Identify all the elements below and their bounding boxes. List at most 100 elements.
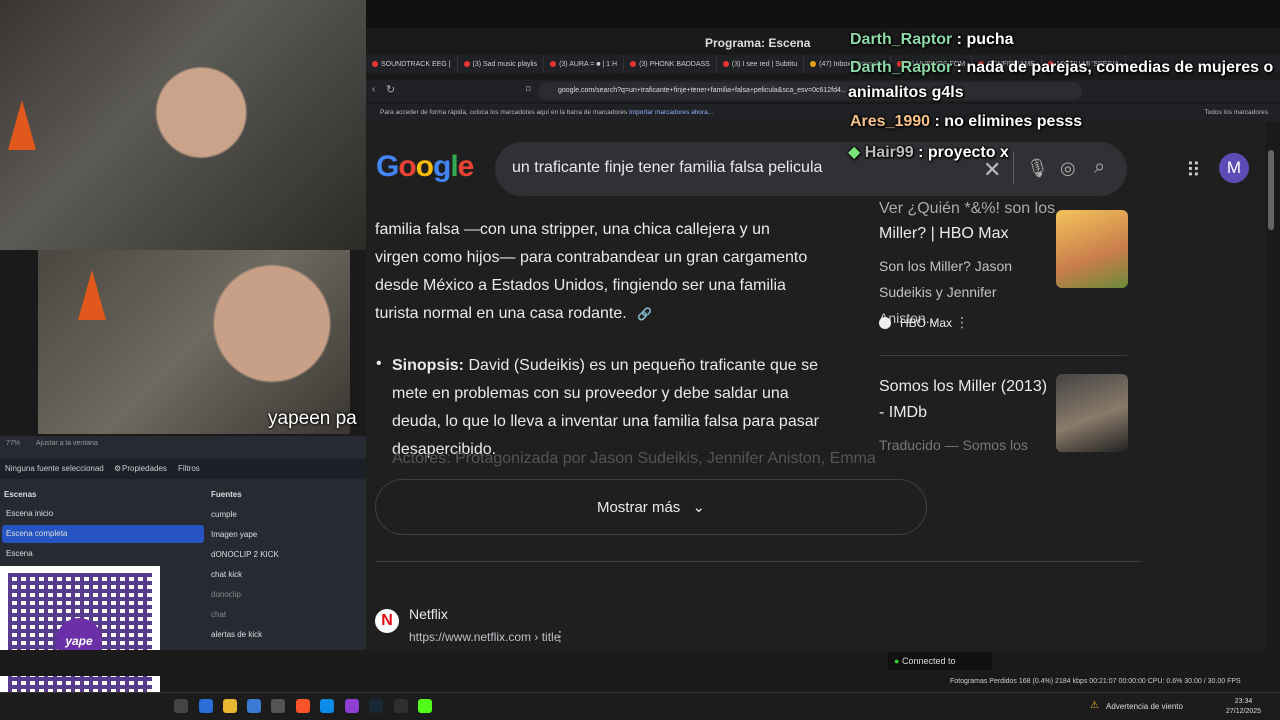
youtube-icon [722,61,729,67]
obs-topbar [366,0,1280,28]
source-item[interactable]: donoclip [211,590,241,599]
bookmarks-hint: Para acceder de forma rápida, coloca los… [380,109,628,116]
back-icon[interactable]: ‹ [372,84,375,95]
fit-window-label[interactable]: Ajustar a la ventana [36,440,98,447]
source-item[interactable]: dONOCLIP 2 KICK [211,550,279,559]
apps-grid-icon[interactable]: ⠿ [1186,158,1201,183]
all-bookmarks-button[interactable]: Todos los marcadores [1204,104,1268,122]
more-options-icon[interactable]: ⋮ [955,314,969,331]
source-item[interactable]: cumple [211,510,237,519]
more-options-icon[interactable]: ⋮ [553,628,567,645]
traffic-cone [8,100,36,150]
zoom-level[interactable]: 77% [6,440,20,447]
youtube-icon [630,61,637,67]
properties-button[interactable]: Propiedades [122,464,167,473]
weather-widget[interactable]: Advertencia de viento [1106,702,1183,711]
store-icon[interactable] [247,699,261,713]
clock[interactable]: 23:34 27/12/2025 [1226,697,1261,717]
side-result-1-title[interactable]: Miller? | HBO Max [879,221,1009,247]
sources-header: Fuentes [211,490,242,499]
import-bookmarks-link[interactable]: Importar marcadores ahora... [629,109,713,116]
gem-icon: ◆ [848,144,865,161]
status-dot-icon: ● [894,656,900,666]
edge-icon[interactable] [320,699,334,713]
avatar[interactable]: M [1219,153,1249,183]
source-item[interactable]: alertas de kick [211,630,262,639]
miller-poster-thumb[interactable] [1056,210,1128,288]
app-icon[interactable] [345,699,359,713]
browser-tab[interactable]: (3) I see red | Subtitu [717,55,805,73]
side-result-1-title-top[interactable]: Ver ¿Quién *&%! son los [879,196,1055,222]
connected-status: ● Connected to [888,652,992,670]
scene-item[interactable]: Escena inicio [2,505,204,523]
bookmark-icon[interactable]: ⌑ [526,84,531,95]
obs-stats: Fotogramas Perdidos 168 (0.4%) 2184 kbps… [950,678,1241,685]
divider [375,561,1141,562]
brave-icon[interactable] [296,699,310,713]
scene-item[interactable]: Escena [2,545,204,563]
source-toolbar: Ninguna fuente seleccionad ⚙ Propiedades… [0,459,366,479]
browser-tab[interactable]: (3) Sad music playlis [458,55,545,73]
task-view-icon[interactable] [174,699,188,713]
chat-text: : no elimines pesss [930,113,1083,130]
file-explorer-icon[interactable] [223,699,237,713]
chat-message: Darth_Raptor : pucha [850,31,1014,49]
chat-text: : pucha [952,31,1014,48]
source-item[interactable]: Imagen yape [211,530,257,539]
result-url[interactable]: https://www.netflix.com › title [409,630,560,644]
paragraph-text: familia falsa —con una stripper, una chi… [375,221,808,322]
link-icon[interactable]: 🔗 [637,307,652,321]
imdb-thumb[interactable] [1056,374,1128,452]
google-logo[interactable]: Google [376,150,474,184]
warning-icon[interactable]: ⚠ [1090,700,1099,711]
hbo-max-icon [879,317,891,329]
ai-overview-paragraph: familia falsa —con una stripper, una chi… [375,216,815,328]
netflix-icon: N [375,609,399,633]
kick-icon[interactable] [418,699,432,713]
scene-item-active[interactable]: Escena completa [2,525,204,543]
side-divider [879,355,1127,356]
url-input[interactable]: google.com/search?q=un+traficante+finje+… [538,82,1082,100]
zoom-bar: 77% Ajustar a la ventana [0,440,98,447]
webcam-closeup [38,250,350,434]
side-result-1-source[interactable]: HBO Max [900,316,952,330]
chat-username: Ares_1990 [850,113,931,130]
source-item[interactable]: chat kick [211,570,242,579]
donoclip-icon [810,61,817,67]
scenes-header: Escenas [4,490,37,499]
chat-text: : proyecto x [913,144,1009,161]
connected-label: Connected to [901,656,956,666]
chat-message: ◆ Hair99 : proyecto x [848,142,1009,162]
search-icon[interactable]: ⌕ [1094,156,1105,179]
bullet-icon: • [376,355,382,372]
gear-icon[interactable]: ⚙ [114,464,121,473]
app-icon[interactable] [271,699,285,713]
steam-icon[interactable] [369,699,383,713]
source-item[interactable]: chat [211,610,226,619]
lens-icon[interactable]: ◎ [1060,158,1076,179]
filters-button[interactable]: Filtros [178,464,200,473]
obs-status-bar [0,650,1280,676]
windows-taskbar [0,692,1280,720]
microphone-icon[interactable]: 🎙 [1026,158,1049,179]
browser-tab[interactable]: SOUNDTRACK EEG | [366,55,458,73]
synopsis-bullet: Sinopsis: David (Sudeikis) es un pequeño… [392,352,832,464]
browser-tab[interactable]: (3) PHONK BADDASS [624,55,717,73]
show-more-label: Mostrar más [596,499,681,516]
search-input[interactable]: un traficante finje tener familia falsa … [512,159,822,177]
chat-text: animalitos g4ls [848,84,964,101]
faded-line: Actores: Protagonizada por Jason Sudeiki… [392,450,876,467]
clock-time: 23:34 [1234,698,1253,705]
show-more-button[interactable]: Mostrar más ⌄ [375,479,927,535]
traffic-cone [78,270,106,320]
side-result-2-title[interactable]: Somos los Miller (2013) - IMDb [879,374,1049,426]
chevron-down-icon: ⌄ [692,499,706,516]
reload-icon[interactable]: ↻ [386,83,395,96]
copilot-icon[interactable] [199,699,213,713]
obs-icon[interactable] [394,699,408,713]
clock-date: 27/12/2025 [1226,708,1262,715]
browser-tab[interactable]: (3) AURA = ■ | 1 H [544,55,625,73]
webcam-feed [0,0,366,250]
result-site-name[interactable]: Netflix [409,606,448,622]
page-scrollbar[interactable] [1268,150,1274,230]
